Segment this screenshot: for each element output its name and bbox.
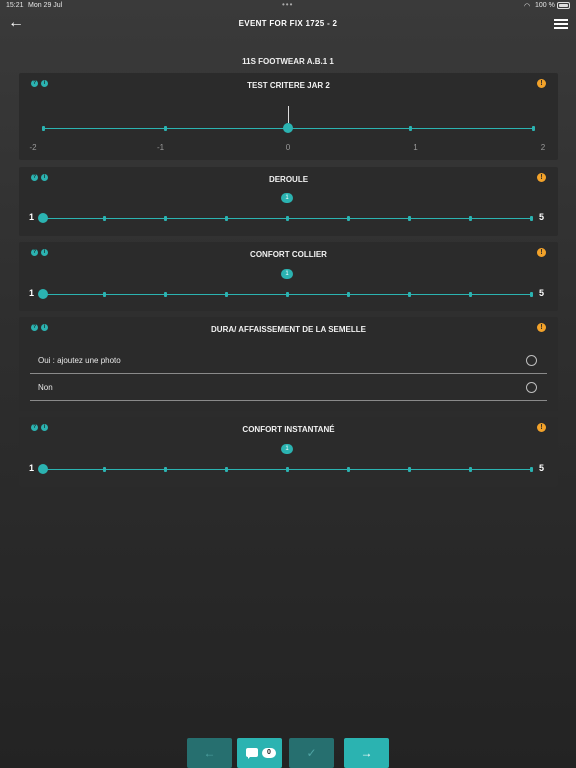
slider-tick[interactable] (346, 216, 350, 221)
slider-tick[interactable] (531, 126, 535, 131)
slider-thumb[interactable] (283, 123, 293, 133)
slider-tick[interactable] (224, 467, 228, 472)
slider-tick-label: 2 (540, 143, 546, 152)
slider-tick[interactable] (102, 292, 106, 297)
card-title: DURA/ AFFAISSEMENT DE LA SEMELLE (211, 325, 366, 334)
slider-tick[interactable] (224, 292, 228, 297)
hamburger-menu-icon[interactable] (554, 19, 568, 30)
slider-tick[interactable] (529, 216, 533, 221)
slider-tick-label: 0 (285, 143, 291, 152)
slider-tick[interactable] (468, 216, 472, 221)
radio-button[interactable] (526, 355, 537, 366)
comment-count-badge: 0 (262, 748, 276, 758)
slider-value-bubble: 1 (281, 193, 293, 203)
warning-icon[interactable]: ! (537, 79, 546, 88)
slider-thumb[interactable] (38, 289, 48, 299)
comments-button[interactable]: 0 (237, 738, 282, 768)
slider-tick[interactable] (102, 467, 106, 472)
next-button[interactable]: → (344, 738, 389, 768)
criterion-card-dura-affaissement: ? i DURA/ AFFAISSEMENT DE LA SEMELLE ! O… (19, 317, 558, 411)
slider-tick[interactable] (164, 126, 167, 131)
option-label: Non (38, 383, 53, 392)
slider-tick-label: -1 (156, 143, 165, 152)
slider-tick[interactable] (163, 292, 167, 297)
status-date: Mon 29 Jul (28, 2, 63, 9)
slider-tick[interactable] (285, 292, 289, 297)
slider-min-label: 1 (29, 463, 35, 473)
radio-button[interactable] (526, 382, 537, 393)
validate-button[interactable]: ✓ (289, 738, 334, 768)
comment-icon (246, 748, 258, 759)
card-title: TEST CRITERE JAR 2 (247, 81, 330, 90)
slider-tick[interactable] (468, 467, 472, 472)
wifi-icon: ◠ (524, 3, 531, 10)
criterion-card-test-critere: ? i TEST CRITERE JAR 2 ! -2 -1 0 1 2 (19, 73, 558, 160)
slider-tick[interactable] (409, 126, 412, 131)
slider-tick-label: 1 (413, 143, 418, 152)
criterion-card-deroule: ? i DEROULE ! 151 (19, 167, 558, 236)
battery-icon (557, 2, 570, 9)
criterion-card-confort-collier: ? i CONFORT COLLIER ! 151 (19, 242, 558, 311)
slider-tick-label: -2 (29, 143, 37, 152)
slider-tick[interactable] (163, 467, 167, 472)
slider-max-label: 5 (539, 212, 545, 222)
slider-tick[interactable] (346, 292, 350, 297)
slider-min-label: 1 (29, 288, 35, 298)
option-label: Oui : ajoutez une photo (38, 356, 121, 365)
slider-tick[interactable] (407, 292, 411, 297)
status-bar: 15:21 Mon 29 Jul ••• ◠ 100 % (0, 0, 576, 12)
bottom-toolbar: ← 0 ✓ → (0, 738, 576, 768)
criterion-card-confort-instantane: ? i CONFORT INSTANTANÉ ! 151 (19, 417, 558, 487)
slider-tick[interactable] (285, 467, 289, 472)
slider-thumb[interactable] (38, 213, 48, 223)
multitasking-dots[interactable]: ••• (282, 0, 293, 9)
slider-value-bubble: 1 (281, 444, 293, 454)
card-title: CONFORT INSTANTANÉ (242, 425, 335, 434)
option-oui[interactable]: Oui : ajoutez une photo (30, 348, 547, 374)
slider-tick[interactable] (163, 216, 167, 221)
slider-tick[interactable] (102, 216, 106, 221)
slider-tick[interactable] (285, 216, 289, 221)
warning-icon[interactable]: ! (537, 248, 546, 257)
warning-icon[interactable]: ! (537, 323, 546, 332)
nav-bar: ← EVENT FOR FIX 1725 - 2 (0, 12, 576, 36)
option-non[interactable]: Non (30, 375, 547, 401)
slider-tick[interactable] (468, 292, 472, 297)
warning-icon[interactable]: ! (537, 423, 546, 432)
slider-thumb[interactable] (38, 464, 48, 474)
card-title: DEROULE (268, 175, 309, 184)
warning-icon[interactable]: ! (537, 173, 546, 182)
slider-max-label: 5 (539, 288, 545, 298)
page-title: EVENT FOR FIX 1725 - 2 (238, 19, 338, 28)
card-title: CONFORT COLLIER (250, 250, 327, 259)
slider-value-indicator (288, 106, 289, 123)
slider-min-label: 1 (29, 212, 35, 222)
slider-tick[interactable] (529, 467, 533, 472)
slider-tick[interactable] (224, 216, 228, 221)
battery-percent: 100 % (535, 2, 555, 9)
slider-max-label: 5 (539, 463, 545, 473)
slider-tick[interactable] (407, 467, 411, 472)
product-subtitle: 11S FOOTWEAR A.B.1 1 (242, 57, 334, 66)
slider-tick[interactable] (41, 126, 45, 131)
slider-tick[interactable] (407, 216, 411, 221)
slider-tick[interactable] (346, 467, 350, 472)
previous-button[interactable]: ← (187, 738, 232, 768)
slider-value-bubble: 1 (281, 269, 293, 279)
status-time: 15:21 (6, 2, 24, 9)
slider-tick[interactable] (529, 292, 533, 297)
